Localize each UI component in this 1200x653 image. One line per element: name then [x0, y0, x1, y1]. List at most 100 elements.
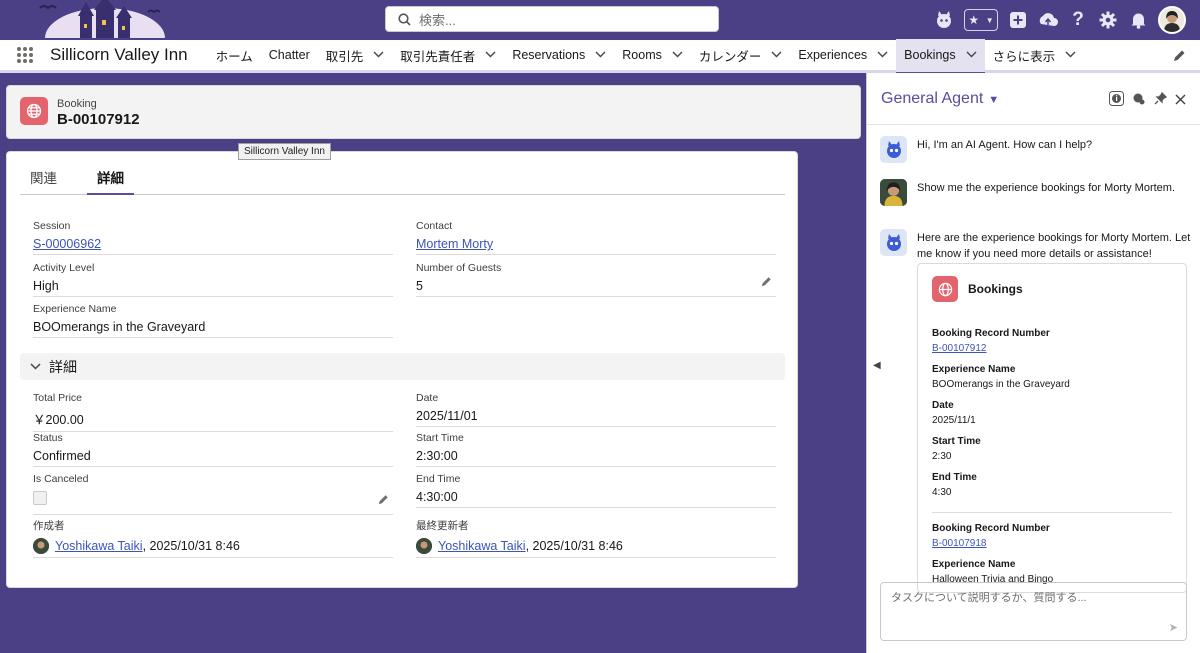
add-icon[interactable]	[1008, 10, 1028, 30]
field-label: Date	[416, 392, 439, 404]
nav-item-label: さらに表示	[992, 49, 1056, 64]
experience-name-label: Experience Name	[932, 364, 1016, 375]
nav-item-0[interactable]: ホーム	[208, 39, 261, 72]
chevron-down-icon[interactable]	[485, 49, 496, 61]
nav-item-7[interactable]: Experiences	[790, 39, 896, 72]
chevron-down-icon[interactable]	[672, 49, 683, 61]
field-label: End Time	[416, 473, 461, 485]
nav-item-1[interactable]: Chatter	[261, 39, 318, 72]
booking-number-link[interactable]: B-00107918	[932, 538, 1172, 549]
edit-nav-icon[interactable]	[1173, 49, 1186, 65]
agent-header: General Agent ▼	[867, 73, 1200, 125]
experience-name-label: Experience Name	[932, 559, 1016, 570]
field-label: Total Price	[33, 392, 83, 404]
booking-number-label: Booking Record Number	[932, 328, 1050, 339]
search-placeholder: 検索...	[419, 12, 456, 28]
nav-item-label: Chatter	[268, 48, 310, 62]
agent-settings-icon[interactable]	[1132, 92, 1146, 109]
modified-by-user-link[interactable]: Yoshikawa Taiki	[438, 539, 526, 553]
chat-input[interactable]: タスクについて説明するか、質問する... ➤	[880, 582, 1187, 641]
field-contact: Contact Mortem Morty	[416, 220, 776, 255]
nav-item-4[interactable]: Reservations	[504, 39, 614, 72]
nav-item-label: 取引先	[325, 49, 364, 64]
start-time-label: Start Time	[932, 436, 981, 447]
date-value: 2025/11/1	[932, 415, 976, 426]
field-label: Start Time	[416, 432, 464, 444]
chevron-down-icon[interactable]	[966, 49, 977, 61]
globe-icon	[20, 97, 48, 125]
field-label: Contact	[416, 220, 453, 232]
field-session: Session S-00006962	[33, 220, 393, 255]
booking-number-link[interactable]: B-00107912	[932, 343, 1172, 354]
info-icon[interactable]	[1109, 91, 1124, 109]
field-value: 2:30:00	[416, 449, 458, 463]
field-label: 最終更新者	[416, 520, 469, 532]
globe-icon	[932, 276, 958, 302]
chevron-down-icon[interactable]	[877, 49, 888, 61]
chevron-down-icon[interactable]	[1065, 49, 1076, 61]
chevron-down-icon[interactable]	[595, 49, 606, 61]
chevron-down-icon[interactable]	[373, 49, 384, 61]
nav-item-3[interactable]: 取引先責任者	[392, 39, 504, 72]
field-value: Confirmed	[33, 449, 91, 463]
agent-panel: General Agent ▼ ◀ Hi, I'm an AI Agent. Ho…	[866, 73, 1200, 653]
nav-item-label: カレンダー	[698, 49, 762, 64]
field-created-by: 作成者 Yoshikawa Taiki , 2025/10/31 8:46	[33, 518, 393, 558]
field-value: BOOmerangs in the Graveyard	[33, 320, 206, 334]
agent-title-dropdown[interactable]: General Agent ▼	[881, 90, 999, 108]
record-title: B-00107912	[57, 111, 140, 128]
app-launcher-icon[interactable]	[0, 39, 50, 72]
help-icon[interactable]: ?	[1068, 9, 1088, 30]
pencil-icon[interactable]	[761, 275, 772, 290]
created-by-user-link[interactable]: Yoshikawa Taiki	[55, 539, 143, 553]
bell-icon[interactable]	[1128, 10, 1148, 30]
nav-item-label: ホーム	[215, 49, 253, 64]
nav-item-label: Reservations	[512, 48, 586, 62]
nav-item-8[interactable]: Bookings	[896, 38, 985, 75]
app-name: Sillicorn Valley Inn	[50, 45, 188, 64]
record-type: Booking	[57, 98, 97, 110]
record-detail-card: 関連 詳細 Session S-00006962 Contact Mortem …	[6, 151, 798, 588]
send-icon[interactable]: ➤	[1169, 621, 1178, 634]
agent-title: General Agent	[881, 89, 984, 107]
field-value: 5	[416, 279, 423, 293]
nav-item-2[interactable]: 取引先	[318, 39, 393, 72]
close-icon[interactable]	[1175, 93, 1186, 108]
field-label: Session	[33, 220, 71, 232]
pin-icon[interactable]	[1154, 91, 1168, 108]
nav-item-label: 取引先責任者	[400, 49, 476, 64]
avatar	[416, 538, 432, 554]
app-navigation-bar: Sillicorn Valley Inn ホーム Chatter 取引先 取引先責任者…	[0, 38, 1200, 75]
tab-details[interactable]: 詳細	[87, 166, 134, 195]
favorites-star-icon[interactable]: ★ ▼	[964, 9, 998, 31]
contact-link[interactable]: Mortem Morty	[416, 237, 776, 254]
field-label: Number of Guests	[416, 262, 502, 274]
gear-icon[interactable]	[1098, 10, 1118, 30]
start-time-value: 2:30	[932, 451, 952, 462]
modified-date: , 2025/10/31 8:46	[525, 539, 623, 553]
pencil-icon[interactable]	[378, 493, 389, 508]
session-link[interactable]: S-00006962	[33, 237, 393, 254]
agent-icon[interactable]	[934, 10, 954, 30]
section-details-header[interactable]: 詳細	[20, 353, 785, 380]
card-title: Bookings	[968, 282, 1023, 296]
avatar[interactable]	[1158, 6, 1186, 34]
field-end-time: End Time 4:30:00	[416, 473, 776, 508]
chevron-down-icon: ▼	[988, 93, 1000, 106]
nav-item-9[interactable]: さらに表示	[985, 39, 1085, 72]
field-value: ￥200.00	[33, 413, 84, 427]
tab-related[interactable]: 関連	[20, 166, 67, 195]
nav-item-5[interactable]: Rooms	[614, 39, 691, 72]
chat-message-bot: Here are the experience bookings for Mor…	[880, 229, 1195, 262]
nav-item-label: Rooms	[622, 48, 662, 62]
chat-message-bot: Hi, I'm an AI Agent. How can I help?	[880, 136, 1195, 163]
end-time-value: 4:30	[932, 487, 952, 498]
booking-number-label: Booking Record Number	[932, 523, 1050, 534]
app-name-tooltip: Sillicorn Valley Inn	[238, 143, 331, 160]
collapse-panel-icon[interactable]: ◀	[873, 360, 881, 371]
nav-item-6[interactable]: カレンダー	[691, 39, 791, 72]
setup-assistant-icon[interactable]	[1038, 10, 1058, 30]
chevron-down-icon[interactable]	[771, 49, 782, 61]
global-search-input[interactable]: 検索...	[385, 6, 719, 32]
is-canceled-checkbox[interactable]	[33, 491, 47, 505]
